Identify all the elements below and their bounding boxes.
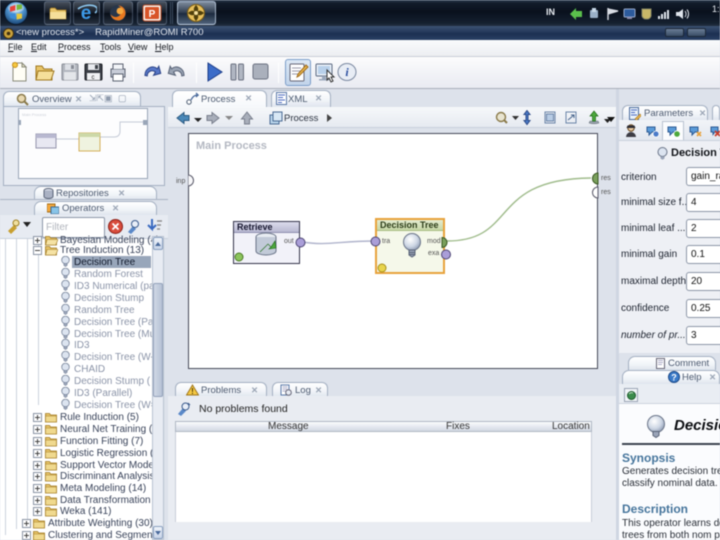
- svg-text:?: ?: [671, 373, 677, 383]
- svg-text:P: P: [149, 9, 156, 20]
- svg-text:!: !: [191, 387, 194, 396]
- svg-text:c: c: [92, 75, 95, 81]
- svg-text:Main Process: Main Process: [22, 112, 46, 117]
